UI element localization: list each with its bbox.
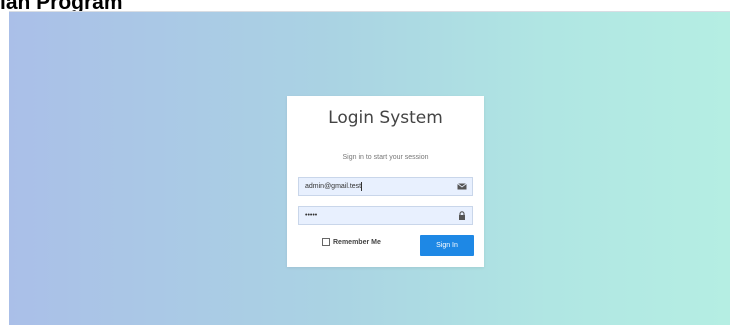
login-title: Login System xyxy=(328,108,443,128)
login-page-background: Login System Sign in to start your sessi… xyxy=(9,11,730,325)
remember-me[interactable]: Remember Me xyxy=(322,238,381,246)
sign-in-button[interactable]: Sign In xyxy=(420,235,474,256)
email-field[interactable]: admin@gmail.test xyxy=(298,177,473,196)
login-subtitle: Sign in to start your session xyxy=(342,154,429,161)
envelope-icon xyxy=(457,183,467,190)
password-value: ••••• xyxy=(305,212,318,219)
lock-icon xyxy=(459,211,465,220)
remember-me-label: Remember Me xyxy=(333,238,381,246)
email-value: admin@gmail.test xyxy=(305,183,362,190)
text-caret xyxy=(361,181,363,191)
password-field[interactable]: ••••• xyxy=(298,206,473,225)
login-card: Login System Sign in to start your sessi… xyxy=(287,96,484,267)
remember-me-checkbox[interactable] xyxy=(322,238,330,246)
